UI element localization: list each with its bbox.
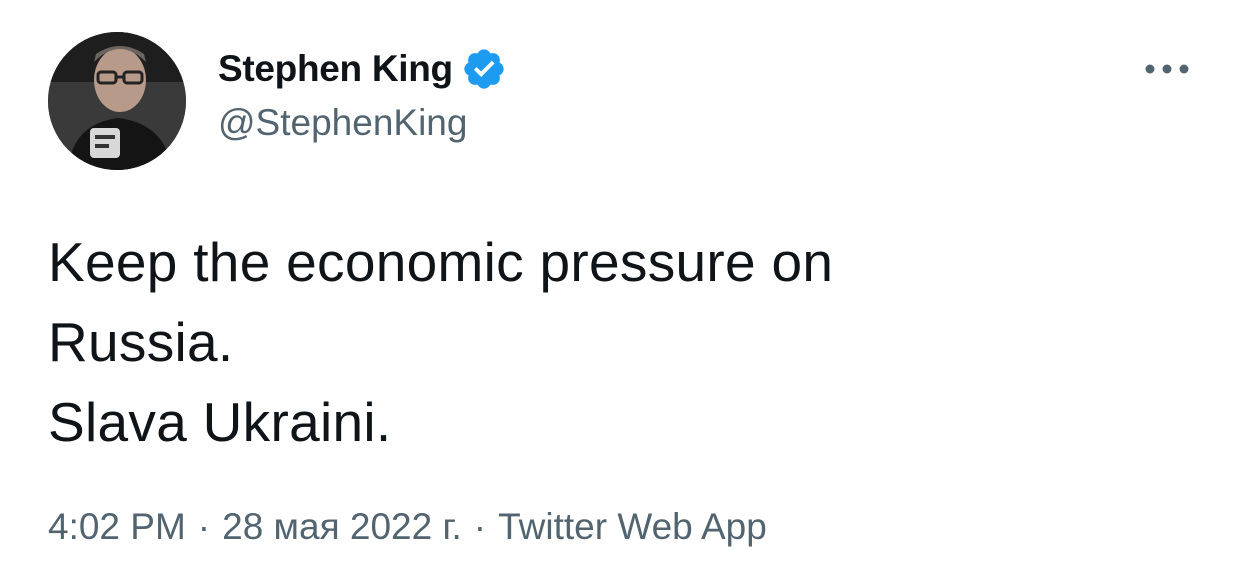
author-avatar[interactable] bbox=[48, 32, 186, 170]
more-horizontal-icon bbox=[1145, 64, 1189, 74]
avatar-image bbox=[48, 32, 186, 170]
author-handle[interactable]: @StephenKing bbox=[218, 102, 507, 144]
tweet-date[interactable]: 28 мая 2022 г. bbox=[222, 506, 462, 548]
meta-separator: · bbox=[473, 506, 487, 547]
tweet-text-line: Slava Ukraini. bbox=[48, 391, 392, 453]
meta-separator: · bbox=[197, 506, 211, 547]
tweet-text: Keep the economic pressure on Russia. Sl… bbox=[48, 222, 1198, 462]
tweet-source[interactable]: Twitter Web App bbox=[498, 506, 767, 548]
author-info: Stephen King @StephenKing bbox=[218, 44, 507, 144]
tweet-card: Stephen King @StephenKing Keep the econo… bbox=[0, 0, 1242, 564]
more-options-button[interactable] bbox=[1140, 52, 1194, 86]
tweet-metadata: 4:02 PM · 28 мая 2022 г. · Twitter Web A… bbox=[48, 506, 767, 548]
tweet-text-line: Russia. bbox=[48, 311, 234, 373]
tweet-text-line: Keep the economic pressure on bbox=[48, 231, 834, 293]
name-row: Stephen King bbox=[218, 44, 507, 94]
tweet-time[interactable]: 4:02 PM bbox=[48, 506, 186, 548]
verified-badge-icon bbox=[461, 46, 507, 92]
display-name[interactable]: Stephen King bbox=[218, 48, 453, 90]
